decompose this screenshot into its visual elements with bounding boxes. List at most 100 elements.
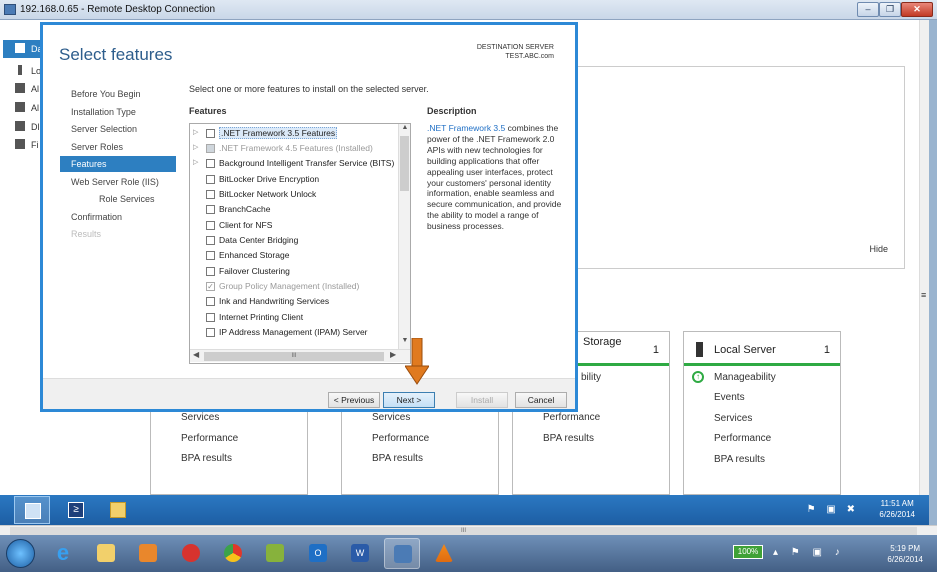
feature-checkbox[interactable] [206, 221, 215, 230]
step-server-roles[interactable]: Server Roles [60, 139, 176, 155]
feature-row[interactable]: Failover Clustering [190, 264, 397, 279]
nav-item-dashboard[interactable]: Da [3, 40, 43, 58]
taskbar-media-player[interactable] [130, 538, 166, 569]
taskbar-chrome[interactable] [215, 538, 251, 569]
scroll-thumb[interactable]: ≡ [921, 290, 929, 320]
feature-row[interactable]: Enhanced Storage [190, 248, 397, 263]
taskbar-app-red[interactable] [173, 538, 209, 569]
feature-row[interactable]: ▷ .NET Framework 4.5 Features (Installed… [190, 141, 397, 156]
tile-row-performance[interactable]: Performance [372, 433, 429, 444]
step-features[interactable]: Features [60, 156, 176, 172]
feature-row[interactable]: IP Address Management (IPAM) Server [190, 325, 397, 340]
nav-item-local-server[interactable]: Lo [3, 62, 41, 80]
taskbar-powershell[interactable]: ≥ [58, 496, 94, 524]
scroll-thumb[interactable]: III [204, 352, 384, 361]
feature-checkbox[interactable] [206, 144, 215, 153]
tile-row-services[interactable]: Services [372, 412, 410, 423]
tile-row-manageability[interactable]: Manageability [714, 372, 776, 383]
taskbar-app-green[interactable] [257, 538, 293, 569]
nav-item-ad[interactable]: Al [3, 99, 40, 117]
feature-checkbox[interactable] [206, 328, 215, 337]
taskbar-explorer[interactable] [88, 538, 124, 569]
start-button-icon[interactable] [6, 539, 35, 568]
features-tree[interactable]: ▷ .NET Framework 3.5 Features ▷ .NET Fra… [189, 123, 411, 364]
tile-row-bpa[interactable]: BPA results [714, 454, 765, 465]
tile-row-events[interactable]: Events [714, 392, 745, 403]
expand-icon[interactable]: ▷ [193, 158, 198, 166]
feature-checkbox[interactable]: ✓ [206, 282, 215, 291]
step-role-services[interactable]: Role Services [60, 191, 176, 207]
clock[interactable]: 11:51 AM 6/26/2014 [879, 498, 915, 520]
tile-row-bpa[interactable]: BPA results [372, 453, 423, 464]
feature-row[interactable]: BitLocker Drive Encryption [190, 172, 397, 187]
expand-icon[interactable]: ▷ [193, 143, 198, 151]
nav-item-all-servers[interactable]: Al [3, 80, 40, 98]
server-manager-scrollbar[interactable]: ≡ [919, 20, 929, 495]
step-installation-type[interactable]: Installation Type [60, 104, 176, 120]
feature-checkbox[interactable] [206, 236, 215, 245]
tile-row-services[interactable]: Services [181, 412, 219, 423]
taskbar-word[interactable]: W [342, 538, 378, 569]
rdp-horizontal-scrollbar[interactable]: III [0, 525, 937, 535]
scroll-left-icon[interactable]: ◀ [193, 350, 199, 359]
tile-row-bpa[interactable]: BPA results [543, 433, 594, 444]
previous-button[interactable]: < Previous [328, 392, 380, 408]
system-tray[interactable]: ▴ ⚑ ▣ ♪ [773, 547, 845, 558]
feature-checkbox[interactable] [206, 297, 215, 306]
feature-row[interactable]: BranchCache [190, 202, 397, 217]
system-tray[interactable]: ⚑ ▣ ✖ [807, 504, 859, 515]
feature-row[interactable]: Internet Printing Client [190, 310, 397, 325]
feature-row[interactable]: Ink and Handwriting Services [190, 294, 397, 309]
nav-item-file-services[interactable]: Fi [3, 136, 40, 154]
local-server-tile[interactable]: Local Server 1 ↑ Manageability Events Se… [683, 331, 841, 495]
description-link[interactable]: .NET Framework 3.5 [427, 123, 505, 133]
clock[interactable]: 5:19 PM 6/26/2014 [887, 543, 923, 565]
scroll-right-icon[interactable]: ▶ [390, 350, 396, 359]
feature-checkbox[interactable] [206, 205, 215, 214]
feature-checkbox[interactable] [206, 159, 215, 168]
nav-item-dns[interactable]: Dl [3, 118, 40, 136]
feature-checkbox[interactable] [206, 251, 215, 260]
taskbar-outlook[interactable]: O [300, 538, 336, 569]
features-vertical-scrollbar[interactable]: ▲ ▼ [398, 124, 410, 349]
step-confirmation[interactable]: Confirmation [60, 209, 176, 225]
features-horizontal-scrollbar[interactable]: ◀ III ▶ [190, 349, 410, 362]
next-button[interactable]: Next > [383, 392, 435, 408]
maximize-button[interactable]: ❐ [879, 2, 901, 17]
feature-checkbox[interactable] [206, 175, 215, 184]
feature-checkbox[interactable] [206, 313, 215, 322]
taskbar-explorer[interactable] [100, 496, 136, 524]
scroll-thumb[interactable]: III [10, 527, 917, 535]
feature-checkbox[interactable] [206, 267, 215, 276]
close-button[interactable]: ✕ [901, 2, 933, 17]
feature-row[interactable]: Data Center Bridging [190, 233, 397, 248]
tile-row-performance[interactable]: Performance [714, 433, 771, 444]
scroll-thumb[interactable] [400, 136, 409, 191]
tile-row-performance[interactable]: Performance [543, 412, 600, 423]
feature-row[interactable]: ▷ Background Intelligent Transfer Servic… [190, 156, 397, 171]
cancel-button[interactable]: Cancel [515, 392, 567, 408]
taskbar-vlc[interactable] [426, 538, 462, 569]
tile-row-bpa[interactable]: BPA results [181, 453, 232, 464]
feature-row[interactable]: ✓ Group Policy Management (Installed) [190, 279, 397, 294]
feature-row[interactable]: Client for NFS [190, 218, 397, 233]
taskbar-remote-desktop[interactable] [384, 538, 420, 569]
step-web-server-role[interactable]: Web Server Role (IIS) [60, 174, 176, 190]
battery-indicator[interactable]: 100% [733, 545, 763, 559]
expand-icon[interactable]: ▷ [193, 128, 198, 136]
step-server-selection[interactable]: Server Selection [60, 121, 176, 137]
feature-row[interactable]: ▷ .NET Framework 3.5 Features [190, 126, 397, 141]
scroll-up-icon[interactable]: ▲ [399, 124, 410, 131]
tile-row-manageability[interactable]: bility [581, 372, 601, 383]
feature-checkbox[interactable] [206, 129, 215, 138]
feature-row[interactable]: BitLocker Network Unlock [190, 187, 397, 202]
taskbar-server-manager[interactable] [14, 496, 50, 524]
hide-link[interactable]: Hide [869, 244, 888, 254]
feature-label: .NET Framework 3.5 Features [219, 127, 338, 139]
taskbar-ie[interactable]: e [45, 538, 81, 569]
minimize-button[interactable]: – [857, 2, 879, 17]
tile-row-performance[interactable]: Performance [181, 433, 238, 444]
tile-row-services[interactable]: Services [714, 413, 752, 424]
step-before-you-begin[interactable]: Before You Begin [60, 86, 176, 102]
feature-checkbox[interactable] [206, 190, 215, 199]
